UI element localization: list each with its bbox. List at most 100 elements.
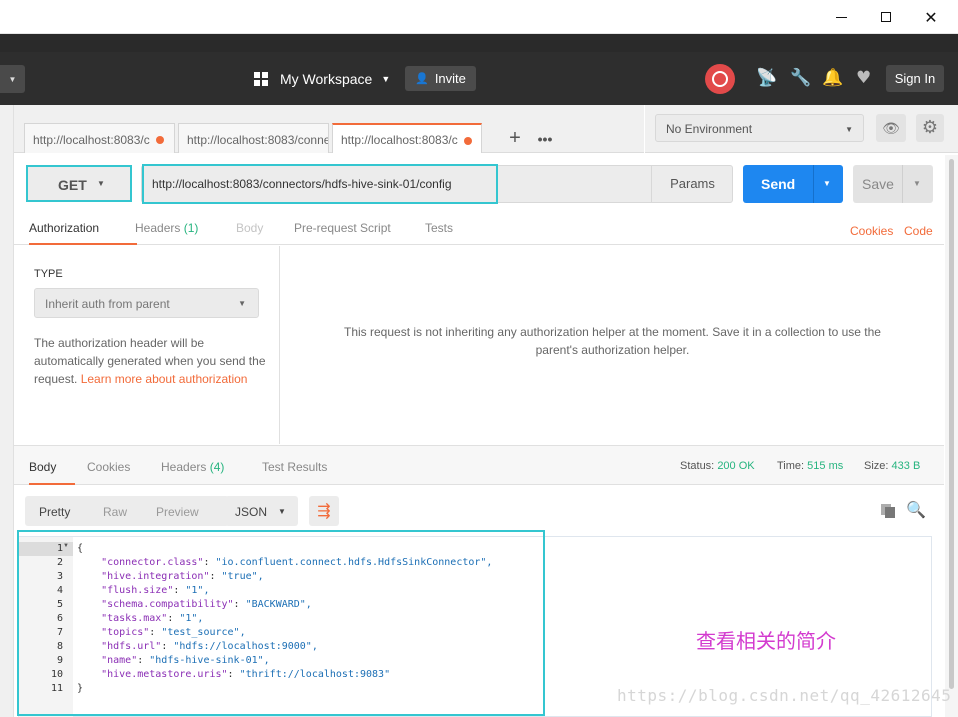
app-header: ▼ My Workspace ▼ 👤 Invite 📡 🔧 🔔 ♥ Sign I… — [0, 52, 958, 105]
tab-headers[interactable]: Headers (1) — [135, 221, 198, 235]
unsaved-dot-icon — [464, 137, 472, 145]
auth-type-panel: TYPE Inherit auth from parent ▼ The auth… — [14, 246, 280, 444]
tab-label: http://localhost:8083/conne — [187, 133, 329, 147]
close-button[interactable]: ✕ — [908, 4, 954, 30]
tab-pre-request-script[interactable]: Pre-request Script — [294, 221, 391, 235]
chevron-down-icon: ▼ — [97, 179, 105, 188]
bell-icon[interactable]: 🔔 — [822, 68, 843, 88]
save-options-icon[interactable]: ▼ — [913, 179, 921, 188]
environment-bar: No Environment ▼ 👁 ⚙ — [645, 105, 958, 153]
headers-count-badge: (1) — [183, 221, 199, 235]
request-tab-2[interactable]: http://localhost:8083/conne — [178, 123, 329, 153]
watermark: https://blog.csdn.net/qq_42612645 — [617, 686, 952, 705]
response-headers-label: Headers — [161, 460, 207, 474]
auth-type-value: Inherit auth from parent — [45, 297, 170, 311]
time-label: Time: — [777, 460, 805, 472]
tab-tests[interactable]: Tests — [425, 221, 453, 235]
window-titlebar: ✕ — [0, 0, 958, 34]
chevron-down-icon: ▼ — [845, 125, 853, 134]
method-select[interactable]: GET ▼ — [26, 165, 132, 202]
send-options-icon[interactable]: ▼ — [823, 179, 831, 188]
minimize-button[interactable] — [818, 4, 864, 30]
maximize-button[interactable] — [863, 4, 909, 30]
view-mode-segment: Pretty Raw Preview — [25, 496, 229, 526]
tab-body[interactable]: Body — [236, 221, 263, 235]
tab-label: http://localhost:8083/c — [341, 133, 458, 147]
method-value: GET — [58, 177, 87, 193]
eye-icon[interactable]: 👁 — [876, 114, 906, 142]
auth-message: This request is not inheriting any autho… — [300, 323, 925, 359]
auth-description: The authorization header will be automat… — [34, 334, 266, 388]
request-tab-3[interactable]: http://localhost:8083/c — [332, 123, 482, 153]
auth-message-line-1: This request is not inheriting any autho… — [344, 325, 881, 339]
pretty-button[interactable]: Pretty — [39, 505, 70, 519]
chevron-down-icon: ▼ — [238, 299, 246, 308]
annotation-text: 查看相关的简介 — [696, 629, 836, 653]
time-readout: Time: 515 ms — [777, 460, 843, 472]
right-scrollbar[interactable] — [945, 155, 958, 717]
tab-response-headers[interactable]: Headers (4) — [161, 460, 224, 474]
minimize-icon — [835, 16, 847, 18]
request-tab-strip: http://localhost:8083/c http://localhost… — [14, 105, 644, 153]
sign-in-button[interactable]: Sign In — [886, 65, 944, 92]
search-icon[interactable]: 🔍 — [906, 500, 926, 519]
code-link[interactable]: Code — [904, 224, 933, 238]
tab-test-results[interactable]: Test Results — [262, 460, 327, 474]
auth-type-select[interactable]: Inherit auth from parent ▼ — [34, 288, 259, 318]
gear-icon[interactable]: ⚙ — [916, 114, 944, 142]
status-value: 200 OK — [717, 460, 755, 472]
auth-type-label: TYPE — [34, 268, 63, 280]
auth-message-line-2: parent's authorization helper. — [535, 343, 690, 357]
size-label: Size: — [864, 460, 889, 472]
satellite-icon[interactable]: 📡 — [756, 68, 777, 88]
send-label: Send — [761, 176, 796, 192]
save-button[interactable]: Save ▼ — [853, 165, 933, 203]
preview-button[interactable]: Preview — [156, 505, 199, 519]
add-user-icon: 👤 — [415, 73, 429, 85]
main-panel: http://localhost:8083/c http://localhost… — [0, 105, 958, 717]
format-select[interactable]: JSON ▼ — [225, 496, 298, 526]
tab-response-body[interactable]: Body — [29, 460, 56, 474]
add-tab-button[interactable]: + — [502, 126, 528, 152]
more-tabs-button[interactable]: ••• — [530, 126, 560, 152]
workspace-name: My Workspace — [280, 71, 373, 87]
size-readout: Size: 433 B — [864, 460, 920, 472]
environment-value: No Environment — [666, 122, 753, 136]
tab-response-cookies[interactable]: Cookies — [87, 460, 130, 474]
body-highlight — [17, 530, 545, 716]
workspace-switcher[interactable]: My Workspace ▼ — [254, 68, 390, 90]
environment-select[interactable]: No Environment ▼ — [655, 114, 864, 142]
wrench-icon[interactable]: 🔧 — [790, 68, 811, 88]
send-button[interactable]: Send ▼ — [743, 165, 843, 203]
copy-icon[interactable] — [881, 504, 895, 518]
invite-button[interactable]: 👤 Invite — [405, 66, 476, 91]
request-section-tabs: Authorization Headers (1) Body Pre-reque… — [14, 213, 944, 245]
status-readout: Status: 200 OK — [680, 460, 755, 472]
new-dropdown-caret-icon[interactable]: ▼ — [0, 65, 25, 93]
response-headers-count: (4) — [209, 460, 225, 474]
sync-status-icon[interactable] — [705, 64, 735, 94]
sidebar-collapsed — [0, 105, 14, 717]
wrap-lines-icon[interactable]: ⇶ — [309, 496, 339, 526]
chevron-down-icon: ▼ — [381, 74, 391, 84]
cookies-link[interactable]: Cookies — [850, 224, 893, 238]
heart-icon[interactable]: ♥ — [856, 68, 871, 88]
format-value: JSON — [235, 505, 268, 519]
save-label: Save — [862, 176, 894, 192]
url-highlight — [142, 164, 498, 204]
tab-authorization[interactable]: Authorization — [29, 221, 99, 235]
status-label: Status: — [680, 460, 715, 472]
time-value: 515 ms — [807, 460, 844, 472]
params-button[interactable]: Params — [651, 165, 733, 203]
invite-label: Invite — [434, 71, 466, 86]
unsaved-dot-icon — [156, 136, 164, 144]
request-tab-1[interactable]: http://localhost:8083/c — [24, 123, 175, 153]
size-value: 433 B — [891, 460, 921, 472]
learn-more-link[interactable]: Learn more about authorization — [81, 372, 248, 386]
raw-button[interactable]: Raw — [103, 505, 127, 519]
maximize-icon — [881, 12, 891, 22]
response-format-bar: Pretty Raw Preview JSON ▼ ⇶ 🔍 — [14, 486, 944, 532]
response-tabs: Body Cookies Headers (4) Test Results St… — [14, 445, 944, 485]
active-tab-indicator — [29, 483, 75, 485]
chevron-down-icon: ▼ — [278, 507, 286, 516]
